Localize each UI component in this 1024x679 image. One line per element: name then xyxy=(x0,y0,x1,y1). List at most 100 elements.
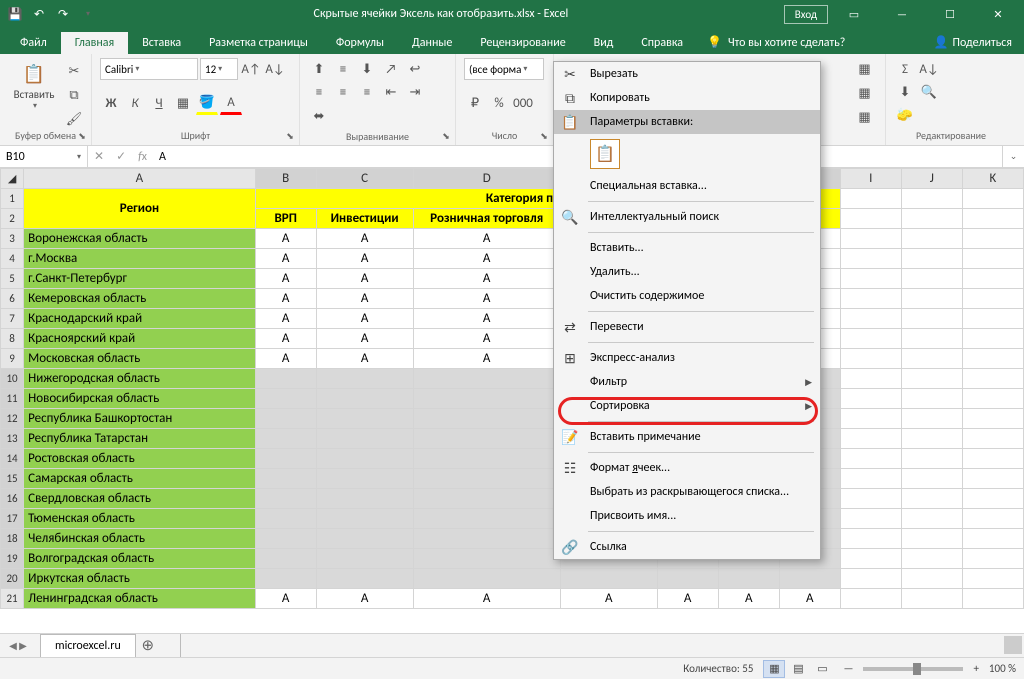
cell[interactable] xyxy=(255,449,316,469)
row-header[interactable]: 14 xyxy=(1,449,24,469)
cell[interactable] xyxy=(840,269,901,289)
cell[interactable] xyxy=(718,569,779,589)
cut-icon[interactable]: ✂ xyxy=(63,60,85,82)
cell[interactable] xyxy=(962,349,1023,369)
ctx-delete[interactable]: Удалить... xyxy=(554,260,820,284)
cell[interactable] xyxy=(316,469,413,489)
col-header[interactable]: A xyxy=(24,169,256,189)
zoom-in-icon[interactable]: + xyxy=(973,662,978,675)
cell[interactable] xyxy=(962,589,1023,609)
row-header[interactable]: 18 xyxy=(1,529,24,549)
redo-icon[interactable]: ↷ xyxy=(52,3,74,25)
cell[interactable] xyxy=(901,589,962,609)
cell[interactable] xyxy=(840,469,901,489)
tab-help[interactable]: Справка xyxy=(627,32,697,54)
ctx-format-cells[interactable]: ☷Формат ячеек... xyxy=(554,456,820,480)
maximize-icon[interactable]: ☐ xyxy=(928,0,972,28)
wrap-text-icon[interactable]: ↩ xyxy=(404,58,426,80)
decrease-indent-icon[interactable]: ⇤ xyxy=(380,81,402,103)
cell[interactable] xyxy=(901,329,962,349)
cell[interactable]: A xyxy=(413,349,560,369)
cell[interactable] xyxy=(962,389,1023,409)
shrink-font-icon[interactable]: A↓ xyxy=(264,58,286,80)
cell[interactable] xyxy=(255,549,316,569)
clear-icon[interactable]: 🧽 xyxy=(894,104,916,126)
cell[interactable] xyxy=(962,409,1023,429)
ctx-translate[interactable]: ⇄Перевести xyxy=(554,315,820,339)
ribbon-options-icon[interactable]: ▭ xyxy=(832,0,876,28)
row-header[interactable]: 17 xyxy=(1,509,24,529)
cell[interactable] xyxy=(901,369,962,389)
cell[interactable]: A xyxy=(255,249,316,269)
cell[interactable]: Ростовская область xyxy=(24,449,256,469)
align-top-icon[interactable]: ⬆ xyxy=(308,58,330,80)
cell[interactable] xyxy=(901,289,962,309)
cell[interactable]: г.Москва xyxy=(24,249,256,269)
cell[interactable] xyxy=(901,229,962,249)
fill-color-button[interactable]: 🪣 xyxy=(196,93,218,115)
cell[interactable] xyxy=(255,469,316,489)
cell[interactable]: A xyxy=(413,249,560,269)
ctx-paste-special[interactable]: Специальная вставка... xyxy=(554,174,820,198)
cell[interactable]: Тюменская область xyxy=(24,509,256,529)
cell[interactable]: A xyxy=(413,269,560,289)
cell[interactable] xyxy=(255,369,316,389)
zoom-out-icon[interactable]: — xyxy=(843,662,853,675)
tab-view[interactable]: Вид xyxy=(580,32,628,54)
cell[interactable] xyxy=(413,389,560,409)
percent-icon[interactable]: % xyxy=(488,93,510,115)
cell[interactable] xyxy=(255,569,316,589)
cell[interactable] xyxy=(901,269,962,289)
cell[interactable]: Самарская область xyxy=(24,469,256,489)
cell[interactable] xyxy=(840,489,901,509)
cell[interactable]: Московская область xyxy=(24,349,256,369)
row-header[interactable]: 21 xyxy=(1,589,24,609)
cell[interactable] xyxy=(962,449,1023,469)
increase-indent-icon[interactable]: ⇥ xyxy=(404,81,426,103)
find-icon[interactable]: 🔍 xyxy=(918,81,940,103)
cell[interactable] xyxy=(316,509,413,529)
cell[interactable] xyxy=(840,409,901,429)
cell[interactable]: A xyxy=(560,589,657,609)
row-header[interactable]: 1 xyxy=(1,189,24,209)
row-header[interactable]: 12 xyxy=(1,409,24,429)
align-bottom-icon[interactable]: ⬇ xyxy=(356,58,378,80)
tab-layout[interactable]: Разметка страницы xyxy=(195,32,322,54)
cell[interactable] xyxy=(840,309,901,329)
row-header[interactable]: 9 xyxy=(1,349,24,369)
cell[interactable] xyxy=(255,509,316,529)
cell[interactable] xyxy=(413,569,560,589)
cell[interactable]: A xyxy=(316,349,413,369)
cell[interactable] xyxy=(316,389,413,409)
cell[interactable] xyxy=(901,469,962,489)
cell[interactable]: A xyxy=(413,589,560,609)
sheet-nav[interactable]: ◀ ▶ xyxy=(0,634,36,657)
cell[interactable]: Волгоградская область xyxy=(24,549,256,569)
cell[interactable]: A xyxy=(779,589,840,609)
row-header[interactable]: 8 xyxy=(1,329,24,349)
share-button[interactable]: 👤 Поделиться xyxy=(922,31,1024,54)
qat-more-icon[interactable]: ▾ xyxy=(76,3,98,25)
comma-icon[interactable]: 000 xyxy=(512,93,534,115)
cell[interactable]: A xyxy=(316,329,413,349)
ctx-insert[interactable]: Вставить... xyxy=(554,236,820,260)
cell[interactable] xyxy=(840,589,901,609)
cell[interactable]: Розничная торговля xyxy=(413,209,560,229)
cell[interactable]: Иркутская область xyxy=(24,569,256,589)
cell[interactable] xyxy=(962,489,1023,509)
cell[interactable] xyxy=(316,489,413,509)
currency-icon[interactable]: ₽ xyxy=(464,93,486,115)
worksheet[interactable]: ◢ A B C D E F G H I J K 1 Регион Категор… xyxy=(0,168,1024,633)
row-header[interactable]: 13 xyxy=(1,429,24,449)
cell[interactable] xyxy=(316,409,413,429)
cell[interactable] xyxy=(901,509,962,529)
cell[interactable] xyxy=(901,389,962,409)
tab-home[interactable]: Главная xyxy=(61,32,128,54)
cell[interactable] xyxy=(962,289,1023,309)
cell[interactable]: A xyxy=(413,329,560,349)
cell[interactable] xyxy=(840,229,901,249)
col-header[interactable]: D xyxy=(413,169,560,189)
cell[interactable] xyxy=(840,249,901,269)
ctx-link[interactable]: 🔗Ссылка xyxy=(554,535,820,559)
cell[interactable] xyxy=(840,529,901,549)
